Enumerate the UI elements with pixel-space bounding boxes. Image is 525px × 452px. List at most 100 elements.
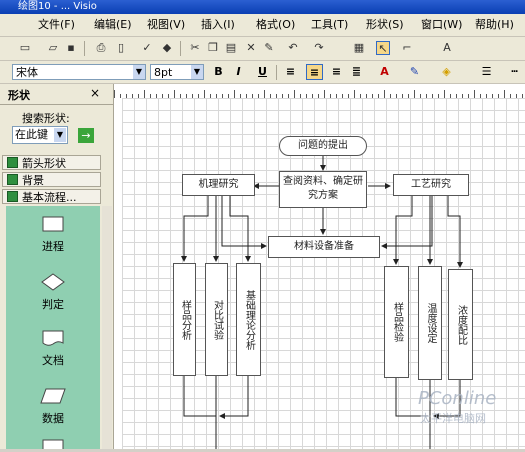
process-mechanism-research[interactable]: 机理研究 bbox=[182, 174, 255, 196]
search-scope-select[interactable]: 在此键 ▼ bbox=[12, 126, 68, 144]
align-left-icon[interactable]: ≡ bbox=[282, 64, 299, 80]
cut-icon[interactable]: ✂ bbox=[188, 41, 202, 55]
stencil-icon bbox=[7, 157, 18, 168]
process-temperature-setting[interactable]: 温度设定 bbox=[418, 266, 442, 380]
format-painter-icon[interactable]: ✎ bbox=[262, 41, 276, 55]
shapes-panel-header: 形状 × bbox=[0, 84, 113, 105]
font-combo[interactable]: 宋体 ▼ bbox=[12, 64, 146, 80]
shape-palette: 进程 判定 文档 数据 bbox=[6, 206, 100, 452]
stencil-arrows[interactable]: 箭头形状 bbox=[2, 155, 101, 170]
search-scope-value: 在此键 bbox=[15, 128, 48, 141]
process-comparison-test[interactable]: 对比试验 bbox=[205, 263, 228, 376]
undo-icon[interactable]: ↶ bbox=[286, 41, 300, 55]
process-sample-inspection[interactable]: 样品检验 bbox=[384, 266, 409, 378]
menu-help[interactable]: 帮助(H) bbox=[475, 17, 514, 33]
search-shapes-label: 搜索形状: bbox=[22, 112, 70, 125]
open-icon[interactable]: ▱ bbox=[46, 41, 60, 55]
watermark-subtitle: 太平洋电脑网 bbox=[420, 412, 486, 425]
horizontal-ruler bbox=[114, 84, 525, 99]
watermark-logo: PConline bbox=[418, 388, 497, 409]
copy-icon[interactable]: ❐ bbox=[206, 41, 220, 55]
separator bbox=[84, 41, 85, 56]
ruler-ticks bbox=[114, 90, 523, 98]
pointer-tool-icon[interactable]: ↖ bbox=[376, 41, 390, 55]
window-title: 绘图10 - ... Visio bbox=[18, 1, 97, 12]
menu-file[interactable]: 文件(F) bbox=[38, 17, 75, 33]
formatting-toolbar: 宋体 ▼ 8pt ▼ B I U ≡ ≡ ≡ ≣ A ✎ ◈ ☰ ┅ bbox=[0, 61, 525, 84]
shapes-panel-title: 形状 bbox=[8, 89, 30, 102]
research-icon[interactable]: ◆ bbox=[160, 41, 174, 55]
line-pattern-icon[interactable]: ┅ bbox=[506, 64, 523, 80]
stencil-basic-flowchart[interactable]: 基本流程... bbox=[2, 189, 101, 204]
connector-tool-icon[interactable]: ⌐ bbox=[400, 41, 414, 55]
stencil-label: 基本流程... bbox=[22, 191, 77, 204]
process-theory-analysis[interactable]: 基础理论分析 bbox=[236, 263, 261, 376]
close-icon[interactable]: × bbox=[90, 86, 100, 100]
font-value: 宋体 bbox=[16, 66, 38, 79]
standard-toolbar: ▭ ▱ ▪ ⎙ ▯ ✓ ◆ ✂ ❐ ▤ ✕ ✎ ↶ ↷ ▦ ↖ ⌐ A bbox=[0, 37, 525, 61]
menu-format[interactable]: 格式(O) bbox=[256, 17, 295, 33]
shape-data[interactable]: 数据 bbox=[6, 386, 100, 426]
next-shape-icon bbox=[42, 439, 64, 452]
shape-next[interactable] bbox=[6, 438, 100, 452]
underline-button[interactable]: U bbox=[254, 64, 271, 80]
chevron-down-icon[interactable]: ▼ bbox=[54, 128, 66, 142]
text-tool-icon[interactable]: A bbox=[440, 41, 454, 55]
font-color-icon[interactable]: A bbox=[376, 64, 393, 80]
save-icon[interactable]: ▪ bbox=[64, 41, 78, 55]
data-shape-icon bbox=[40, 388, 66, 404]
paste-icon[interactable]: ▤ bbox=[224, 41, 238, 55]
shape-decision[interactable]: 判定 bbox=[6, 272, 100, 312]
menu-insert[interactable]: 插入(I) bbox=[201, 17, 235, 33]
new-icon[interactable]: ▭ bbox=[18, 41, 32, 55]
palette-scrollbar[interactable] bbox=[102, 206, 112, 449]
separator bbox=[180, 41, 181, 56]
preview-icon[interactable]: ▯ bbox=[114, 41, 128, 55]
align-center-icon[interactable]: ≡ bbox=[306, 64, 323, 80]
delete-icon[interactable]: ✕ bbox=[244, 41, 258, 55]
stencil-backgrounds[interactable]: 背景 bbox=[2, 172, 101, 187]
menu-edit[interactable]: 编辑(E) bbox=[94, 17, 132, 33]
shapes-panel: 形状 × 搜索形状: 在此键 ▼ → 箭头形状 背景 基本流程... 进程 判定… bbox=[0, 84, 114, 452]
search-go-button[interactable]: → bbox=[78, 128, 94, 143]
fill-color-icon[interactable]: ◈ bbox=[438, 64, 455, 80]
process-sample-analysis[interactable]: 样品分析 bbox=[173, 263, 196, 376]
print-icon[interactable]: ⎙ bbox=[94, 41, 108, 55]
process-shape-icon bbox=[42, 216, 64, 232]
menu-tools[interactable]: 工具(T) bbox=[311, 17, 348, 33]
shape-label: 判定 bbox=[42, 298, 64, 311]
line-weight-icon[interactable]: ☰ bbox=[478, 64, 495, 80]
italic-button[interactable]: I bbox=[230, 64, 247, 80]
bold-button[interactable]: B bbox=[210, 64, 227, 80]
process-materials-prep[interactable]: 材料设备准备 bbox=[268, 236, 380, 258]
decision-shape-icon bbox=[41, 273, 65, 291]
shape-label: 进程 bbox=[42, 240, 64, 253]
spellcheck-icon[interactable]: ✓ bbox=[140, 41, 154, 55]
process-research-plan[interactable]: 查阅资料、确定研究方案 bbox=[279, 171, 367, 208]
stencil-icon bbox=[7, 174, 18, 185]
separator bbox=[276, 65, 277, 80]
process-concentration-ratio[interactable]: 浓度配比 bbox=[448, 269, 473, 380]
font-size-value: 8pt bbox=[154, 66, 173, 79]
font-size-combo[interactable]: 8pt ▼ bbox=[150, 64, 204, 80]
align-right-icon[interactable]: ≡ bbox=[328, 64, 345, 80]
shape-label: 文档 bbox=[42, 354, 64, 367]
shape-label: 数据 bbox=[42, 412, 64, 425]
chevron-down-icon[interactable]: ▼ bbox=[191, 65, 203, 79]
menu-window[interactable]: 窗口(W) bbox=[421, 17, 462, 33]
shape-document[interactable]: 文档 bbox=[6, 328, 100, 368]
stencil-icon[interactable]: ▦ bbox=[352, 41, 366, 55]
menu-shape[interactable]: 形状(S) bbox=[366, 17, 404, 33]
menu-view[interactable]: 视图(V) bbox=[147, 17, 185, 33]
stencil-label: 箭头形状 bbox=[22, 157, 66, 170]
stencil-icon bbox=[7, 191, 18, 202]
process-craft-research[interactable]: 工艺研究 bbox=[393, 174, 469, 196]
title-bar: 绘图10 - ... Visio bbox=[0, 0, 525, 14]
shape-process[interactable]: 进程 bbox=[6, 214, 100, 254]
chevron-down-icon[interactable]: ▼ bbox=[133, 65, 145, 79]
start-terminator[interactable]: 问题的提出 bbox=[279, 136, 367, 156]
redo-icon[interactable]: ↷ bbox=[312, 41, 326, 55]
menu-bar: 文件(F) 编辑(E) 视图(V) 插入(I) 格式(O) 工具(T) 形状(S… bbox=[0, 14, 525, 37]
justify-icon[interactable]: ≣ bbox=[348, 64, 365, 80]
line-color-icon[interactable]: ✎ bbox=[406, 64, 423, 80]
